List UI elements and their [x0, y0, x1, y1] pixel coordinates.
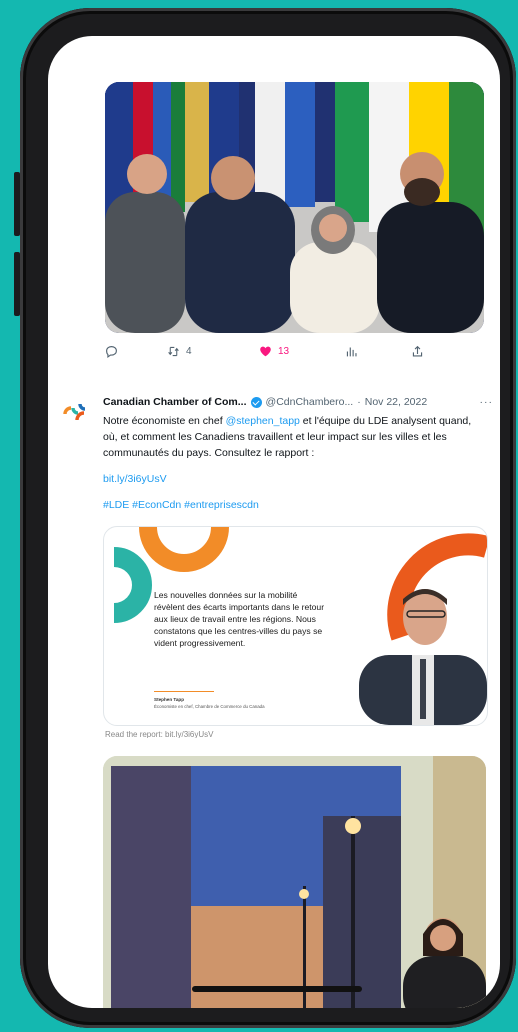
chamber-logo-icon — [63, 403, 86, 421]
reply-action[interactable] — [105, 345, 167, 358]
tweet-body: Notre économiste en chef @stephen_tapp e… — [103, 413, 483, 523]
views-action[interactable] — [345, 345, 411, 358]
mention-link[interactable]: @stephen_tapp — [226, 415, 300, 427]
tweet-trailing-text: Read the report: bit.ly/3i6yUsV — [105, 730, 214, 738]
link-card[interactable]: Les nouvelles données sur la mobilité ré… — [103, 526, 488, 726]
group-photo-illustration — [105, 82, 484, 333]
signature-name: Stephen Tapp — [154, 697, 185, 702]
verified-icon — [250, 396, 262, 408]
retweet-count: 4 — [186, 345, 192, 357]
tweet-text-start: Notre économiste en chef — [103, 415, 226, 427]
reply-icon — [106, 345, 117, 358]
author-handle[interactable]: @CdnChambero... — [266, 396, 354, 408]
signature-divider — [154, 691, 214, 692]
post-photo-group[interactable] — [105, 82, 484, 333]
phone-screen: 4 13 Canadian Chamber of Com... @CdnCham… — [48, 36, 500, 1008]
views-icon — [346, 346, 357, 356]
tweet-date[interactable]: Nov 22, 2022 — [365, 396, 427, 408]
avatar[interactable] — [61, 396, 91, 426]
like-action[interactable]: 13 — [259, 345, 345, 358]
home-indicator[interactable] — [192, 986, 362, 992]
volume-button — [14, 252, 20, 316]
tweet-header: Canadian Chamber of Com... @CdnChambero.… — [103, 396, 493, 408]
header-separator: · — [357, 396, 361, 408]
author-name[interactable]: Canadian Chamber of Com... — [103, 396, 247, 408]
hashtag-links[interactable]: #LDE #EconCdn #entreprisescdn — [103, 499, 259, 511]
share-action[interactable] — [411, 345, 424, 358]
retweet-action[interactable]: 4 — [167, 345, 259, 358]
post-photo-street[interactable] — [103, 756, 486, 1008]
tweet-paragraph: Notre économiste en chef @stephen_tapp e… — [103, 413, 483, 461]
card-quote: Les nouvelles données sur la mobilité ré… — [154, 590, 325, 648]
signature-role: Économiste en chef, Chambre de Commerce … — [154, 704, 265, 709]
report-link[interactable]: bit.ly/3i6yUsV — [103, 473, 167, 485]
like-icon — [260, 346, 271, 356]
share-icon — [412, 345, 423, 357]
post-actions: 4 13 — [105, 341, 484, 361]
mute-switch — [14, 172, 20, 236]
tweet-hashtags: #LDE #EconCdn #entreprisescdn — [103, 497, 483, 513]
retweet-icon — [168, 346, 179, 356]
more-icon[interactable]: ··· — [480, 396, 494, 408]
street-photo-illustration — [103, 756, 486, 1008]
tweet-link-paragraph: bit.ly/3i6yUsV — [103, 471, 483, 487]
like-count: 13 — [278, 345, 290, 357]
